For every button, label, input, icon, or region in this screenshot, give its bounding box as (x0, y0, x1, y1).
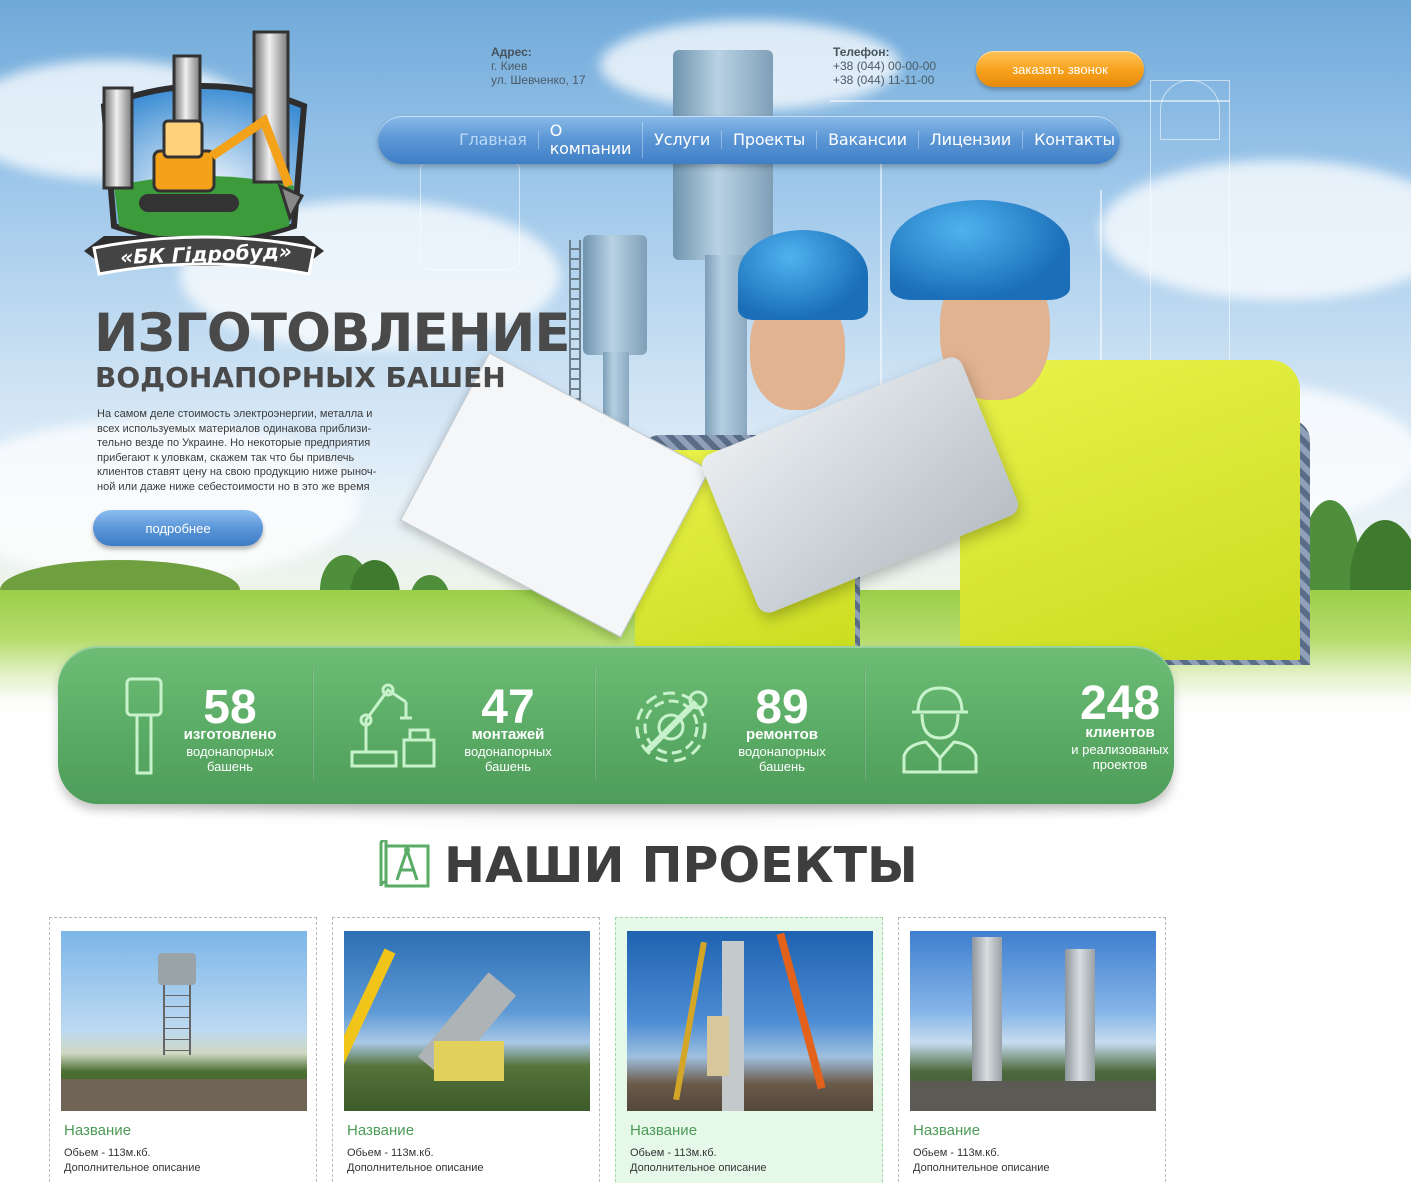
workers-photo (400, 200, 1320, 665)
nav-item-licenses[interactable]: Лицензии (919, 131, 1024, 149)
stat-clients: 248 клиентов и реализованых проектов (866, 646, 1169, 804)
project-name: Название (64, 1122, 132, 1139)
main-nav: Главная О компании Услуги Проекты Ваканс… (378, 116, 1120, 164)
stat-number: 58 (203, 681, 257, 734)
gear-wrench-icon (635, 690, 708, 763)
address-title: Адрес: (491, 45, 532, 59)
project-name: Название (630, 1122, 698, 1139)
stats-bar: 58 изготовлено водонапорных башень 47 мо… (58, 646, 1174, 804)
hero-text-line: На самом деле стоимость электроэнергии, … (97, 408, 373, 420)
callback-button[interactable]: заказать звонок (976, 51, 1144, 87)
stat-desc: проектов (1092, 757, 1148, 772)
hero-description: На самом деле стоимость электроэнергии, … (97, 407, 402, 494)
stat-label: ремонтов (746, 726, 818, 743)
hero-text-line: клиентов ставят цену на свою продукцию н… (97, 466, 377, 478)
stat-desc: водонапорных (464, 744, 552, 759)
hero-text-line: ной или даже ниже себестоимости но в это… (97, 480, 370, 493)
robot-arm-icon (350, 683, 436, 768)
project-description: Дополнительное описание (64, 1162, 201, 1174)
nav-item-services[interactable]: Услуги (643, 131, 723, 149)
project-card[interactable]: Название Обьем - 113м.кб. Дополнительное… (615, 917, 883, 1183)
nav-item-projects[interactable]: Проекты (722, 131, 818, 149)
hero-text-line: тельно везде по Украине. Но некоторые пр… (97, 437, 371, 449)
stat-desc: башень (207, 759, 253, 774)
phone-number-2[interactable]: +38 (044) 11-11-00 (833, 73, 936, 87)
project-photo (344, 931, 590, 1111)
project-card[interactable]: Название Обьем - 113м.кб. Дополнительное… (49, 917, 317, 1183)
project-description: Дополнительное описание (913, 1162, 1050, 1174)
project-card[interactable]: Название Обьем - 113м.кб. Дополнительное… (898, 917, 1166, 1183)
stat-number: 89 (755, 681, 809, 734)
stat-desc: и реализованых (1071, 742, 1169, 757)
project-name: Название (913, 1122, 981, 1139)
blueprint-compass-icon (379, 840, 430, 888)
hero-text-line: всех используемых материалов одинакова п… (97, 422, 372, 435)
stat-number: 47 (481, 681, 535, 734)
phone-block: Телефон: +38 (044) 00-00-00 +38 (044) 11… (833, 45, 936, 87)
project-volume: Обьем - 113м.кб. (913, 1147, 1000, 1159)
project-description: Дополнительное описание (347, 1162, 484, 1174)
stat-desc: водонапорных (186, 744, 274, 759)
stat-desc: водонапорных (738, 744, 826, 759)
water-tower-icon (125, 677, 163, 775)
nav-item-contacts[interactable]: Контакты (1023, 131, 1126, 149)
project-volume: Обьем - 113м.кб. (630, 1147, 717, 1159)
stat-installations: 47 монтажей водонапорных башень (314, 646, 594, 804)
phone-title: Телефон: (833, 45, 890, 59)
project-photo (61, 931, 307, 1111)
projects-title: НАШИ ПРОЕКТЫ (444, 837, 918, 894)
stat-label: изготовлено (183, 726, 277, 743)
project-volume: Обьем - 113м.кб. (347, 1147, 434, 1159)
nav-item-vacancies[interactable]: Вакансии (817, 131, 919, 149)
nav-item-about[interactable]: О компании (539, 122, 644, 158)
project-photo (910, 931, 1156, 1111)
more-button[interactable]: подробнее (93, 510, 263, 546)
project-card[interactable]: Название Обьем - 113м.кб. Дополнительное… (332, 917, 600, 1183)
worker-icon (902, 686, 978, 774)
stat-desc: башень (485, 759, 531, 774)
project-volume: Обьем - 113м.кб. (64, 1147, 151, 1159)
project-name: Название (347, 1122, 415, 1139)
project-description: Дополнительное описание (630, 1162, 767, 1174)
stat-repairs: 89 ремонтов водонапорных башень (596, 646, 866, 804)
hero-title: ИЗГОТОВЛЕНИЕ (94, 303, 571, 364)
project-photo (627, 931, 873, 1111)
stat-label: монтажей (471, 726, 545, 743)
nav-item-home[interactable]: Главная (448, 131, 539, 149)
address-city: г. Киев (491, 59, 528, 73)
phone-number-1[interactable]: +38 (044) 00-00-00 (833, 59, 936, 73)
hero-text-line: прибегают к уловкам, скажем так что бы п… (97, 451, 355, 464)
address-street: ул. Шевченко, 17 (491, 73, 586, 87)
stat-manufactured: 58 изготовлено водонапорных башень (58, 646, 314, 804)
hero-subtitle: ВОДОНАПОРНЫХ БАШЕН (95, 361, 506, 394)
stat-label: клиентов (1085, 724, 1155, 741)
company-logo[interactable]: «БК Гідробуд» (84, 26, 324, 291)
address-block: Адрес: г. Киев ул. Шевченко, 17 (491, 45, 586, 87)
stat-number: 248 (1079, 677, 1161, 730)
stat-desc: башень (759, 759, 805, 774)
